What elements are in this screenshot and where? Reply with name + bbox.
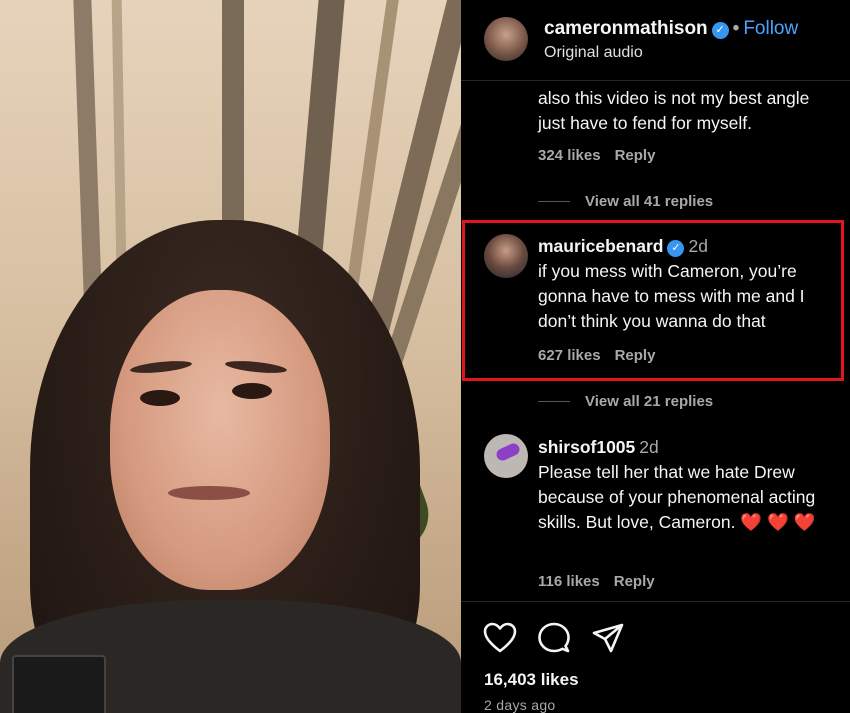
reel-viewer: cameronmathison ✓ • Follow Original audio a…: [0, 0, 850, 713]
author-avatar[interactable]: [484, 17, 528, 61]
action-bar: [483, 622, 625, 654]
author-line: cameronmathison ✓ • Follow: [544, 18, 798, 40]
view-replies-label: View all 41 replies: [585, 193, 714, 210]
audio-label[interactable]: Original audio: [544, 44, 643, 62]
heart-emoji: ❤️ ❤️ ❤️: [740, 512, 816, 532]
reply-button[interactable]: Reply: [614, 573, 655, 590]
comment-meta: 116 likes Reply: [538, 573, 655, 590]
post-likes[interactable]: 16,403 likes: [484, 670, 579, 690]
comment-likes[interactable]: 324 likes: [538, 147, 601, 164]
replies-divider: [538, 401, 570, 402]
heart-icon[interactable]: [483, 622, 517, 654]
foreground-device: [12, 655, 106, 713]
comment-time: 2d: [639, 437, 659, 457]
reply-button[interactable]: Reply: [615, 347, 656, 364]
avatar-sock-image: [494, 441, 522, 463]
replies-divider: [538, 201, 570, 202]
view-replies-button[interactable]: View all 21 replies: [538, 393, 713, 410]
verified-badge-icon: ✓: [711, 22, 729, 39]
comment: mauricebenard ✓ 2d if you mess with Camero…: [538, 234, 838, 334]
view-replies-label: View all 21 replies: [585, 393, 714, 410]
reply-button[interactable]: Reply: [615, 147, 656, 164]
comments-panel: cameronmathison ✓ • Follow Original audio a…: [461, 0, 850, 713]
comment-meta: 627 likes Reply: [538, 347, 655, 364]
comment-meta: 324 likes Reply: [538, 147, 655, 164]
person-eye: [140, 390, 180, 406]
commenter-username[interactable]: shirsof1005: [538, 437, 635, 457]
separator-dot: •: [732, 18, 740, 39]
person-mouth: [168, 486, 250, 500]
view-replies-button[interactable]: View all 41 replies: [538, 193, 713, 210]
comment-text: also this video is not my best angle jus…: [538, 88, 810, 133]
comment: shirsof1005 2d Please tell her that we ha…: [538, 435, 838, 535]
commenter-avatar[interactable]: [484, 434, 528, 478]
person-face: [110, 290, 330, 590]
verified-badge-icon: ✓: [667, 240, 685, 257]
post-timestamp: 2 days ago: [484, 697, 556, 713]
comment-time: 2d: [688, 236, 708, 256]
commenter-avatar[interactable]: [484, 234, 528, 278]
share-icon[interactable]: [591, 622, 625, 654]
video-player[interactable]: [0, 0, 461, 713]
comment-likes[interactable]: 627 likes: [538, 347, 601, 364]
person-eye: [232, 383, 272, 399]
author-username[interactable]: cameronmathison: [544, 18, 708, 39]
comment-text: if you mess with Cameron, you’re gonna h…: [538, 261, 805, 331]
post-header: cameronmathison ✓ • Follow Original audio: [461, 0, 850, 81]
comment-likes[interactable]: 116 likes: [538, 573, 600, 590]
follow-button[interactable]: Follow: [743, 18, 798, 39]
comment-icon[interactable]: [537, 622, 571, 654]
commenter-username[interactable]: mauricebenard: [538, 236, 663, 256]
post-footer: 16,403 likes 2 days ago: [461, 601, 850, 713]
